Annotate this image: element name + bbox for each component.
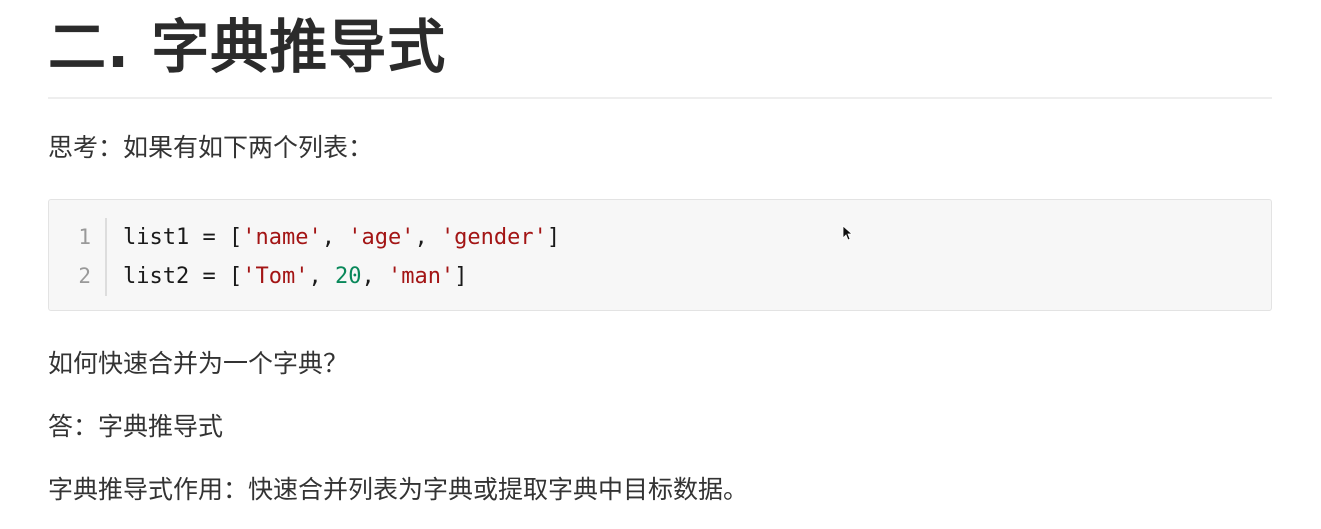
code-bracket: ] xyxy=(454,264,468,289)
code-number: 20 xyxy=(334,264,362,289)
answer-paragraph: 答：字典推导式 xyxy=(48,412,224,441)
code-separator: , xyxy=(308,264,335,289)
code-string: 'age' xyxy=(348,225,415,250)
code-block: 1 2 list1 = ['name', 'age', 'gender'] li… xyxy=(48,199,1272,311)
code-separator: , xyxy=(361,264,388,289)
mouse-cursor-icon xyxy=(842,225,852,241)
code-string: 'gender' xyxy=(440,225,547,250)
line-number: 1 xyxy=(78,225,91,249)
section-heading: 二. 字典推导式 xyxy=(48,13,447,81)
code-string: 'man' xyxy=(387,264,455,289)
code-bracket: ] xyxy=(546,225,561,250)
code-variable: list2 xyxy=(123,264,190,289)
code-separator: , xyxy=(321,225,349,250)
line-number: 2 xyxy=(78,264,91,288)
code-line: list2 = ['Tom', 20, 'man'] xyxy=(123,257,467,296)
code-variable: list1 xyxy=(123,225,190,250)
intro-paragraph: 思考：如果有如下两个列表： xyxy=(48,133,374,162)
code-operator: = [ xyxy=(189,225,243,250)
question-paragraph: 如何快速合并为一个字典？ xyxy=(48,349,349,378)
code-line: list1 = ['name', 'age', 'gender'] xyxy=(123,218,560,257)
line-number-gutter: 1 2 xyxy=(49,218,107,296)
purpose-paragraph: 字典推导式作用：快速合并列表为字典或提取字典中目标数据。 xyxy=(48,475,749,504)
code-string: 'Tom' xyxy=(242,264,309,289)
code-string: 'name' xyxy=(242,225,322,250)
code-separator: , xyxy=(414,225,441,250)
heading-divider xyxy=(48,97,1272,99)
code-operator: = [ xyxy=(189,264,243,289)
